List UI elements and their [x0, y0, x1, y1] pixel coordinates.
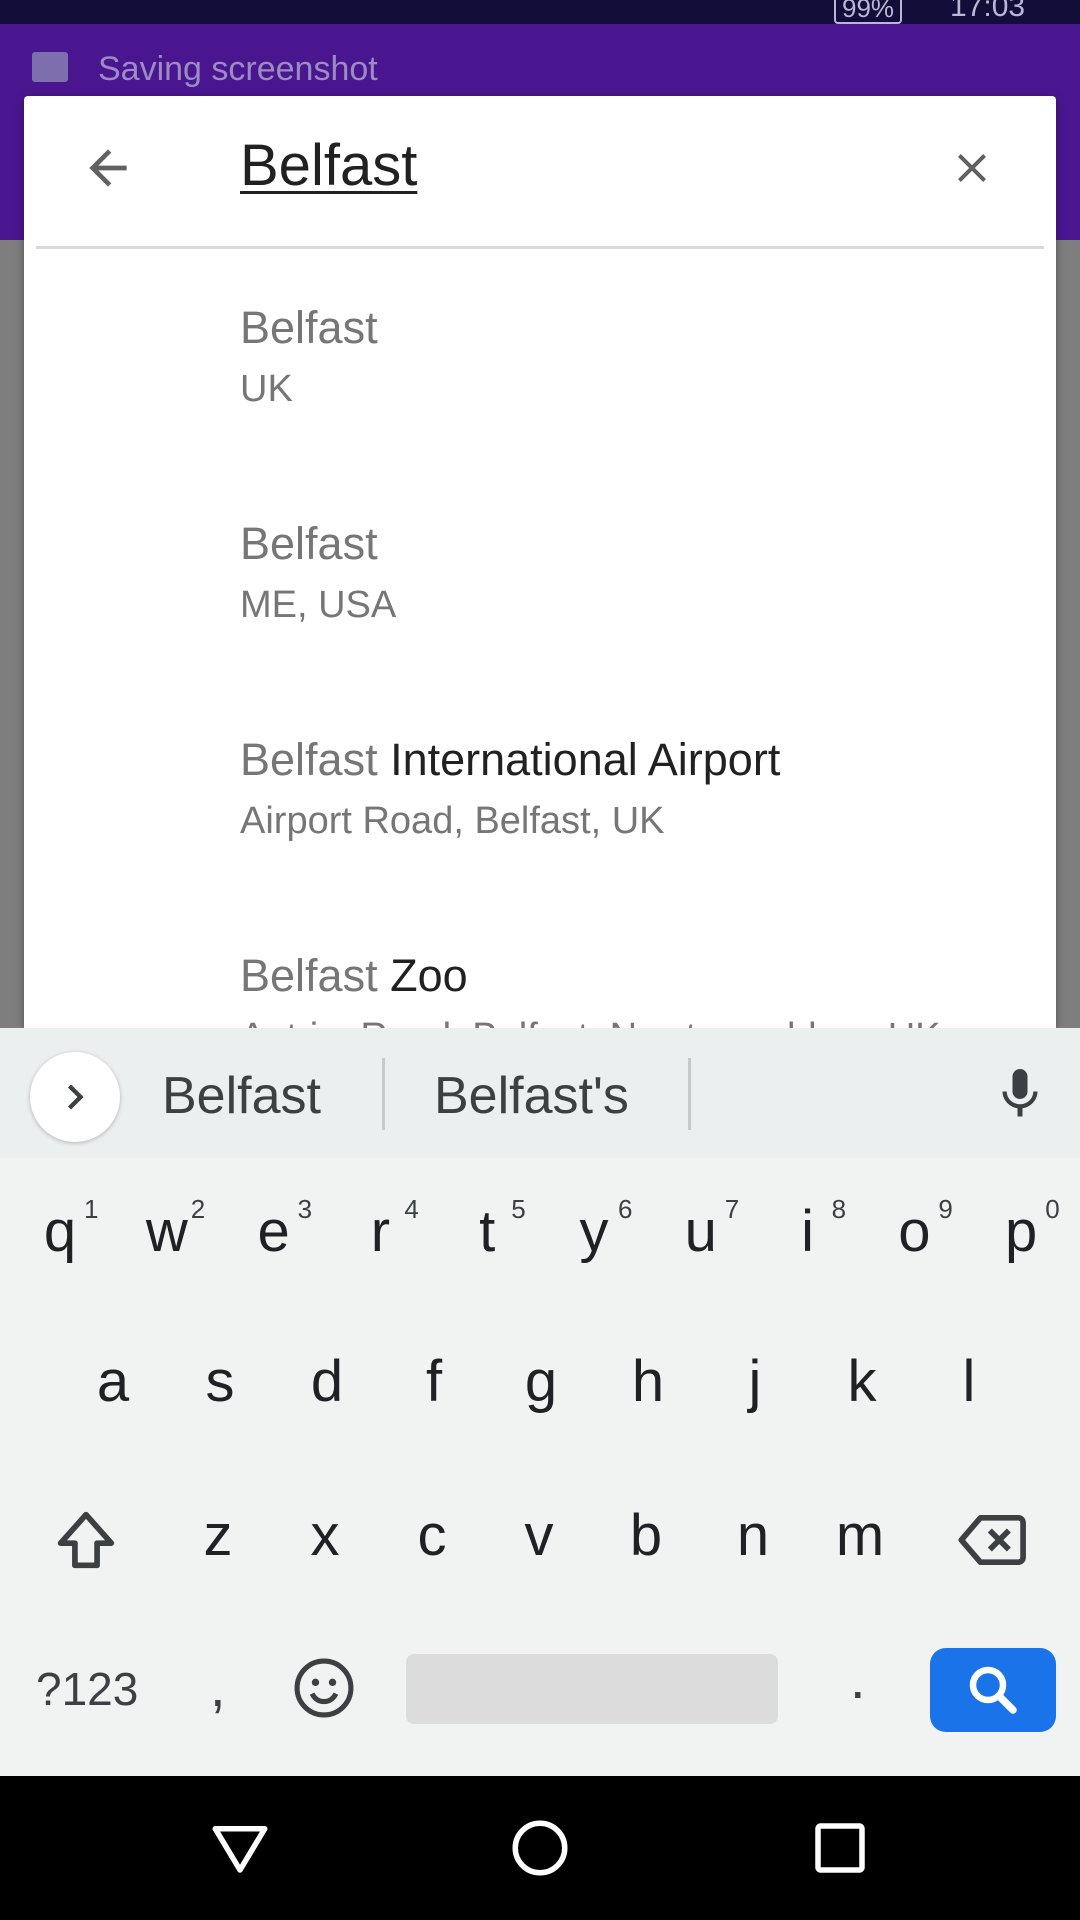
period-key[interactable]: .: [850, 1646, 866, 1711]
key-hint: 2: [190, 1194, 206, 1224]
notification-text: Saving screenshot: [98, 50, 378, 88]
search-bar: Belfast: [24, 96, 1056, 246]
key-hint: 9: [938, 1194, 953, 1224]
suggestion-divider: [382, 1058, 385, 1130]
key-l[interactable]: l: [919, 1348, 1019, 1415]
shift-icon[interactable]: [48, 1502, 124, 1578]
screenshot-notification-icon: [32, 52, 68, 82]
result-title: Belfast: [240, 302, 378, 353]
key-e[interactable]: e3: [224, 1194, 324, 1265]
key-hint: 0: [1045, 1194, 1060, 1224]
search-input[interactable]: Belfast: [240, 132, 417, 199]
space-key[interactable]: [406, 1654, 778, 1724]
key-r[interactable]: r4: [330, 1194, 430, 1265]
key-q[interactable]: q1: [10, 1194, 110, 1265]
key-label: o: [898, 1199, 931, 1264]
suggestion-divider: [688, 1058, 691, 1130]
close-icon[interactable]: [948, 144, 996, 192]
key-f[interactable]: f: [384, 1348, 484, 1415]
search-dialog: Belfast Belfast UK Belfast ME, USA Belfa…: [24, 96, 1056, 1028]
key-hint: 3: [297, 1194, 313, 1224]
suggestion-item[interactable]: Belfast: [162, 1066, 321, 1126]
divider: [36, 246, 1044, 249]
key-label: y: [579, 1199, 609, 1264]
result-item[interactable]: Belfast UK: [240, 302, 1020, 411]
key-t[interactable]: t5: [437, 1194, 537, 1265]
status-bar: 99% 17:03: [0, 0, 1080, 24]
status-clock: 17:03: [950, 0, 1026, 23]
suggestion-item[interactable]: Belfast's: [434, 1066, 629, 1126]
key-w[interactable]: w2: [117, 1194, 217, 1265]
key-hint: 4: [404, 1194, 419, 1224]
key-m[interactable]: m: [810, 1502, 910, 1569]
key-label: u: [684, 1199, 717, 1264]
key-h[interactable]: h: [598, 1348, 698, 1415]
key-d[interactable]: d: [277, 1348, 377, 1415]
key-u[interactable]: u7: [651, 1194, 751, 1265]
key-x[interactable]: x: [275, 1502, 375, 1569]
search-icon: [969, 1666, 1017, 1714]
key-o[interactable]: o9: [864, 1194, 964, 1265]
back-arrow-icon[interactable]: [80, 140, 136, 196]
result-item[interactable]: Belfast International Airport Airport Ro…: [240, 734, 1020, 843]
symbols-key[interactable]: ?123: [36, 1662, 138, 1716]
search-key[interactable]: [930, 1648, 1056, 1732]
key-label: p: [1005, 1199, 1038, 1264]
key-n[interactable]: n: [703, 1502, 803, 1569]
battery-indicator: 99%: [834, 0, 903, 24]
nav-home-icon[interactable]: [507, 1815, 573, 1881]
backspace-icon[interactable]: [950, 1502, 1036, 1578]
key-v[interactable]: v: [489, 1502, 589, 1569]
key-label: i: [801, 1199, 815, 1264]
key-label: r: [370, 1199, 391, 1264]
navigation-bar: [0, 1776, 1080, 1920]
comma-key[interactable]: ,: [210, 1654, 226, 1719]
result-item[interactable]: Belfast ME, USA: [240, 518, 1020, 627]
key-label: t: [479, 1199, 496, 1264]
result-title: Belfast International Airport: [240, 734, 781, 785]
key-i[interactable]: i8: [758, 1194, 858, 1265]
key-b[interactable]: b: [596, 1502, 696, 1569]
suggestion-bar: Belfast Belfast's: [0, 1028, 1080, 1158]
key-label: q: [43, 1199, 77, 1264]
key-hint: 8: [831, 1194, 847, 1224]
key-j[interactable]: j: [705, 1348, 805, 1415]
key-p[interactable]: p0: [971, 1194, 1071, 1265]
expand-suggestions-button[interactable]: [30, 1052, 120, 1142]
key-hint: 7: [724, 1194, 740, 1224]
key-s[interactable]: s: [170, 1348, 270, 1415]
result-subtitle: Airport Road, Belfast, UK: [240, 800, 665, 842]
emoji-icon[interactable]: [290, 1654, 358, 1722]
result-title: Belfast: [240, 518, 378, 569]
key-label: w: [145, 1199, 188, 1264]
result-subtitle: ME, USA: [240, 584, 397, 626]
key-hint: 1: [84, 1194, 99, 1224]
result-title: Belfast Zoo: [240, 950, 468, 1001]
key-k[interactable]: k: [812, 1348, 912, 1415]
key-hint: 6: [618, 1194, 633, 1224]
microphone-icon[interactable]: [990, 1062, 1050, 1126]
key-a[interactable]: a: [63, 1348, 163, 1415]
nav-back-icon[interactable]: [207, 1815, 273, 1881]
key-c[interactable]: c: [382, 1502, 482, 1569]
result-item[interactable]: Belfast Zoo Antrim Road, Belfast, Newtow…: [240, 950, 1020, 1028]
result-subtitle: UK: [240, 368, 293, 410]
result-subtitle: Antrim Road, Belfast, Newtownabbey, UK: [240, 1016, 1020, 1028]
key-z[interactable]: z: [168, 1502, 268, 1569]
key-label: e: [257, 1199, 290, 1264]
key-y[interactable]: y6: [544, 1194, 644, 1265]
keyboard: Belfast Belfast's q1w2e3r4t5y6u7i8o9p0 a…: [0, 1028, 1080, 1776]
chevron-right-icon: [67, 1084, 84, 1110]
nav-recents-icon[interactable]: [807, 1815, 873, 1881]
key-hint: 5: [511, 1194, 526, 1224]
key-g[interactable]: g: [491, 1348, 591, 1415]
